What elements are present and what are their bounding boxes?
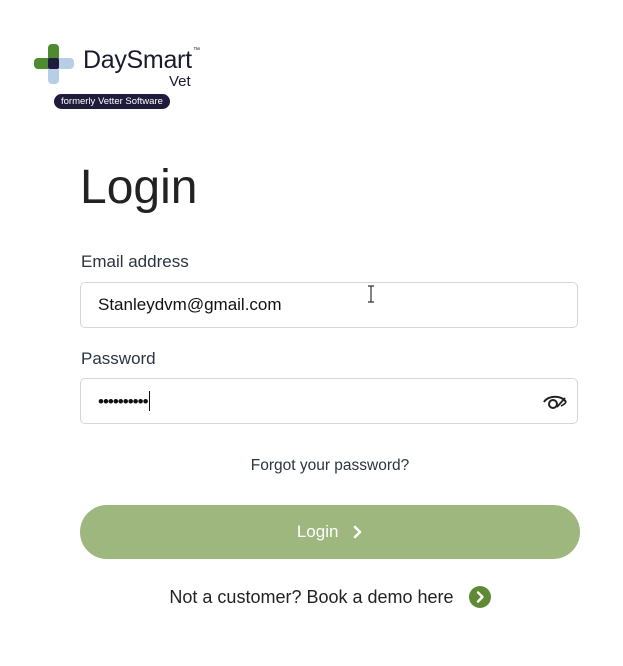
text-cursor-icon: [368, 285, 374, 303]
brand-logo: DaySmart ™ Vet formerly Vetter Software: [34, 44, 214, 110]
email-field[interactable]: [98, 283, 538, 327]
forgot-password-link[interactable]: Forgot your password?: [0, 457, 623, 475]
chevron-right-circle-icon[interactable]: [468, 586, 491, 608]
logo-wordmark: DaySmart: [83, 46, 192, 74]
login-page: DaySmart ™ Vet formerly Vetter Software …: [0, 0, 623, 666]
chevron-right-icon: [353, 525, 362, 539]
logo-subbrand: Vet: [169, 73, 191, 90]
email-label: Email address: [81, 252, 189, 271]
logo-badge: formerly Vetter Software: [54, 94, 170, 109]
login-button-label: Login: [296, 522, 339, 541]
logo-trademark: ™: [193, 47, 200, 54]
password-mask: ••••••••••: [98, 391, 151, 412]
password-label: Password: [81, 349, 156, 368]
text-caret: [148, 391, 151, 411]
login-button[interactable]: Login: [80, 505, 580, 559]
logo-mark-icon: [34, 44, 74, 84]
book-demo-link[interactable]: Not a customer? Book a demo here: [169, 587, 453, 607]
page-title: Login: [80, 161, 198, 214]
book-demo-row: Not a customer? Book a demo here: [0, 586, 623, 608]
password-field[interactable]: ••••••••••: [80, 378, 578, 424]
email-field-container[interactable]: [80, 282, 578, 328]
eye-slash-icon[interactable]: [541, 389, 569, 413]
